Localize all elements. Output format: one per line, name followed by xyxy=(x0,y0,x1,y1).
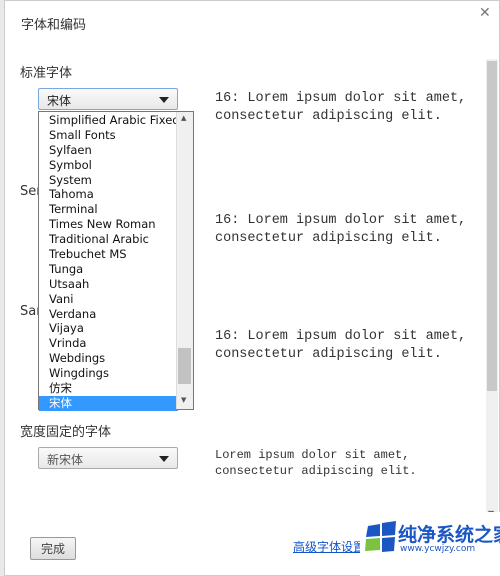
dropdown-option[interactable]: Terminal xyxy=(39,202,177,217)
dropdown-option[interactable]: Simplified Arabic Fixed xyxy=(39,113,180,128)
standard-font-label: 标准字体 xyxy=(20,66,73,81)
scroll-down-icon[interactable]: ▼ xyxy=(181,396,186,404)
dropdown-option[interactable]: Vijaya xyxy=(39,321,177,336)
chevron-down-icon xyxy=(159,97,169,103)
serif-preview: 16: Lorem ipsum dolor sit amet, consectet… xyxy=(215,213,467,246)
dropdown-option[interactable]: Tunga xyxy=(39,262,177,277)
chevron-down-icon xyxy=(159,456,169,462)
fixed-font-select[interactable]: 新宋体 xyxy=(38,447,178,469)
done-button[interactable]: 完成 xyxy=(30,537,76,560)
list-scrollbar[interactable]: ▲ ▼ xyxy=(176,112,193,409)
dropdown-option[interactable]: Wingdings xyxy=(39,366,177,381)
dialog-scrollbar[interactable]: ▼ xyxy=(486,59,498,519)
windows-logo-icon xyxy=(365,521,396,552)
dropdown-option[interactable]: System xyxy=(39,173,177,188)
dialog-title: 字体和编码 xyxy=(21,18,87,33)
watermark: 纯净系统之家 www.ycwjzy.com xyxy=(360,512,500,576)
dropdown-option[interactable]: Traditional Arabic xyxy=(39,232,177,247)
fixed-preview: Lorem ipsum dolor sit amet, consectetur a… xyxy=(215,448,417,478)
dropdown-option[interactable]: Vani xyxy=(39,292,177,307)
dropdown-option[interactable]: Times New Roman xyxy=(39,217,177,232)
dropdown-option[interactable]: Symbol xyxy=(39,158,177,173)
dropdown-option[interactable]: Sylfaen xyxy=(39,143,177,158)
dropdown-option[interactable]: Vrinda xyxy=(39,336,177,351)
standard-preview: 16: Lorem ipsum dolor sit amet, consectet… xyxy=(215,91,467,124)
dropdown-option[interactable]: 宋体 xyxy=(39,395,178,411)
scroll-up-icon[interactable]: ▲ xyxy=(181,114,186,122)
sans-preview: 16: Lorem ipsum dolor sit amet, consectet… xyxy=(215,329,467,362)
dropdown-option[interactable]: Utsaah xyxy=(39,277,177,292)
selected-value: 宋体 xyxy=(47,94,72,108)
watermark-text: 纯净系统之家 xyxy=(398,524,500,546)
close-icon[interactable]: ✕ xyxy=(479,5,491,21)
scroll-thumb[interactable] xyxy=(487,61,497,391)
font-dropdown-list[interactable]: Simplified Arabic Fixed Small Fonts Sylfae… xyxy=(38,111,194,411)
dropdown-option[interactable]: Verdana xyxy=(39,307,177,322)
fixed-font-label: 宽度固定的字体 xyxy=(20,425,112,440)
list-scroll-thumb[interactable] xyxy=(178,348,191,384)
dropdown-option[interactable]: Webdings xyxy=(39,351,177,366)
standard-font-select[interactable]: 宋体 xyxy=(38,88,178,110)
dropdown-option[interactable]: Trebuchet MS xyxy=(39,247,177,262)
selected-value: 新宋体 xyxy=(47,453,84,467)
advanced-font-settings-link[interactable]: 高级字体设置 xyxy=(293,538,365,555)
watermark-url: www.ycwjzy.com xyxy=(400,544,476,554)
dropdown-option[interactable]: 仿宋 xyxy=(39,381,177,396)
dropdown-option[interactable]: Tahoma xyxy=(39,187,177,202)
dropdown-option[interactable]: Small Fonts xyxy=(39,128,177,143)
